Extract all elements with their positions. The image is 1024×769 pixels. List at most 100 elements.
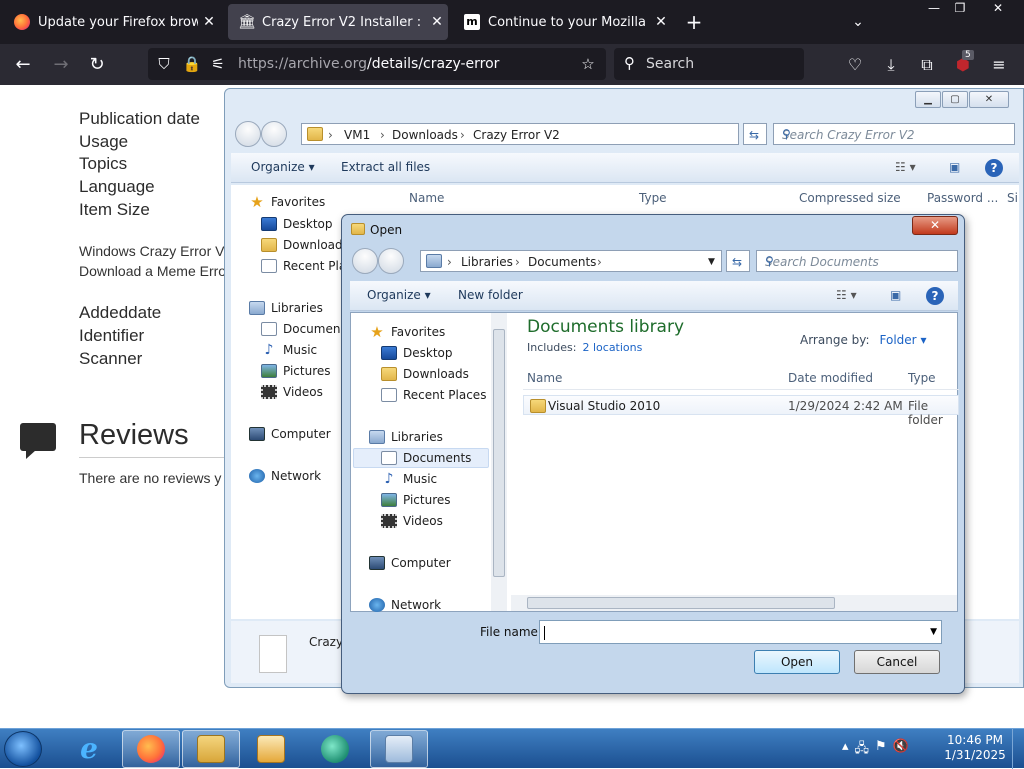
refresh-button[interactable]: ⇆	[743, 123, 767, 145]
table-row[interactable]: Visual Studio 2010 1/29/2024 2:42 AM Fil…	[523, 395, 959, 427]
view-options-icon[interactable]: ☷ ▾	[895, 160, 916, 174]
action-center-flag-icon[interactable]: ⚑	[875, 739, 887, 761]
url-text[interactable]: https://archive.org/details/crazy-error	[238, 56, 499, 72]
forward-button[interactable]	[261, 121, 287, 147]
extensions-icon[interactable]: ⧉	[914, 52, 940, 78]
nav-favorites[interactable]: ★ Favorites	[369, 325, 445, 340]
network-tray-icon[interactable]: 🖧	[855, 739, 870, 761]
help-icon[interactable]: ?	[985, 159, 1003, 177]
nav-documents[interactable]: Documen	[261, 322, 340, 336]
new-tab-plus-icon[interactable]: +	[682, 10, 706, 34]
nav-libraries[interactable]: Libraries	[369, 430, 443, 444]
nav-desktop[interactable]: Desktop	[261, 217, 333, 231]
address-bar[interactable]: VM1 Downloads Crazy Error V2 › › › ▼	[301, 123, 809, 145]
menu-icon[interactable]: ≡	[986, 52, 1012, 78]
nav-network[interactable]: Network	[369, 598, 441, 612]
nav-music[interactable]: ♪ Music	[381, 472, 438, 486]
show-hidden-icons-icon[interactable]: ▴	[842, 739, 849, 761]
breadcrumb-crazy-error[interactable]: Crazy Error V2	[473, 128, 560, 142]
back-arrow-icon[interactable]: ←	[10, 52, 36, 78]
forward-arrow-icon[interactable]: →	[48, 52, 74, 78]
breadcrumb-vm1[interactable]: VM1	[344, 128, 370, 142]
column-size[interactable]: Si	[1007, 191, 1018, 205]
nav-documents[interactable]: Documents	[381, 451, 471, 465]
tab-close-icon[interactable]: ✕	[198, 14, 220, 30]
scroll-thumb[interactable]	[493, 329, 505, 577]
firefox-button[interactable]	[122, 730, 180, 768]
media-player-button[interactable]	[242, 730, 300, 768]
tab-close-icon[interactable]: ✕	[426, 14, 448, 30]
nav-videos[interactable]: Videos	[261, 385, 323, 399]
nav-pictures[interactable]: Pictures	[261, 364, 331, 378]
scroll-thumb[interactable]	[527, 597, 835, 609]
breadcrumb-libraries[interactable]: Libraries	[461, 255, 513, 269]
open-button[interactable]: Open	[754, 650, 840, 674]
tab-update-firefox[interactable]: Update your Firefox browser ✕	[4, 4, 220, 40]
forward-button[interactable]	[378, 248, 404, 274]
lock-icon[interactable]: 🔒	[182, 54, 202, 74]
remote-desktop-button[interactable]	[370, 730, 428, 768]
breadcrumb-documents[interactable]: Documents	[528, 255, 596, 269]
preview-pane-icon[interactable]: ▣	[949, 160, 960, 174]
volume-muted-icon[interactable]: 🔇	[893, 739, 909, 761]
close-button[interactable]: ✕	[912, 216, 958, 235]
organize-menu[interactable]: Organize ▾	[251, 160, 315, 174]
breadcrumb-downloads[interactable]: Downloads	[392, 128, 458, 142]
nav-music[interactable]: ♪ Music	[261, 343, 318, 357]
nav-computer[interactable]: Computer	[249, 427, 331, 441]
tab-crazy-error[interactable]: 🏛 Crazy Error V2 Installer : unknown ✕	[228, 4, 448, 40]
shield-icon[interactable]: ⛉	[154, 54, 174, 74]
nav-network[interactable]: Network	[249, 469, 321, 483]
internet-explorer-button[interactable]: e	[60, 730, 118, 768]
clock[interactable]: 10:46 PM 1/31/2025	[940, 733, 1010, 763]
close-icon[interactable]: ✕	[969, 91, 1009, 108]
column-type[interactable]: Type	[908, 371, 936, 385]
restore-icon[interactable]: ❐	[944, 0, 976, 16]
maximize-icon[interactable]: ▢	[942, 91, 968, 108]
reload-icon[interactable]: ↻	[84, 52, 110, 78]
close-icon[interactable]: ✕	[982, 0, 1014, 16]
column-date-modified[interactable]: Date modified	[788, 371, 873, 385]
nav-desktop[interactable]: Desktop	[381, 346, 453, 360]
chevron-down-icon[interactable]: ▼	[930, 627, 937, 637]
refresh-button[interactable]: ⇆	[726, 250, 750, 272]
nav-recent-places[interactable]: Recent Places	[381, 388, 486, 402]
nav-libraries[interactable]: Libraries	[249, 301, 323, 315]
minimize-icon[interactable]: ▁	[915, 91, 941, 108]
nav-recent-places[interactable]: Recent Plac	[261, 259, 353, 273]
nav-computer[interactable]: Computer	[369, 556, 451, 570]
locations-link[interactable]: 2 locations	[582, 341, 642, 354]
new-folder-button[interactable]: New folder	[458, 288, 523, 302]
tab-mozilla-account[interactable]: m Continue to your Mozilla account ✕	[454, 4, 672, 40]
bookmark-star-icon[interactable]: ☆	[578, 54, 598, 74]
organize-menu[interactable]: Organize ▾	[367, 288, 431, 302]
preview-pane-icon[interactable]: ▣	[890, 288, 901, 302]
column-type[interactable]: Type	[639, 191, 667, 205]
search-input[interactable]: Search Documents ⚲	[756, 250, 958, 272]
search-bar[interactable]: ⚲ Search	[614, 48, 804, 80]
nav-downloads[interactable]: Downloads	[381, 367, 469, 381]
column-password[interactable]: Password ...	[927, 191, 998, 205]
cancel-button[interactable]: Cancel	[854, 650, 940, 674]
back-button[interactable]	[235, 121, 261, 147]
arrange-dropdown[interactable]: Folder ▾	[880, 333, 927, 347]
nav-scrollbar[interactable]	[491, 313, 507, 611]
tab-close-icon[interactable]: ✕	[650, 14, 672, 30]
help-icon[interactable]: ?	[926, 287, 944, 305]
downloads-icon[interactable]: ⤓	[878, 52, 904, 78]
address-bar[interactable]: › Libraries › Documents › ▼	[420, 250, 722, 272]
nav-pictures[interactable]: Pictures	[381, 493, 451, 507]
chevron-down-icon[interactable]: ⌄	[846, 10, 870, 34]
column-name[interactable]: Name	[409, 191, 444, 205]
view-options-icon[interactable]: ☷ ▾	[836, 288, 857, 302]
show-desktop-button[interactable]	[1012, 729, 1024, 769]
nav-favorites[interactable]: ★ Favorites	[249, 195, 325, 210]
nav-downloads[interactable]: Downloads	[261, 238, 349, 252]
app-button[interactable]	[306, 730, 364, 768]
permissions-icon[interactable]: ⚟	[208, 54, 228, 74]
chevron-down-icon[interactable]: ▼	[708, 257, 715, 267]
column-compressed-size[interactable]: Compressed size	[799, 191, 901, 205]
pocket-icon[interactable]: ♡	[842, 52, 868, 78]
back-button[interactable]	[352, 248, 378, 274]
nav-videos[interactable]: Videos	[381, 514, 443, 528]
